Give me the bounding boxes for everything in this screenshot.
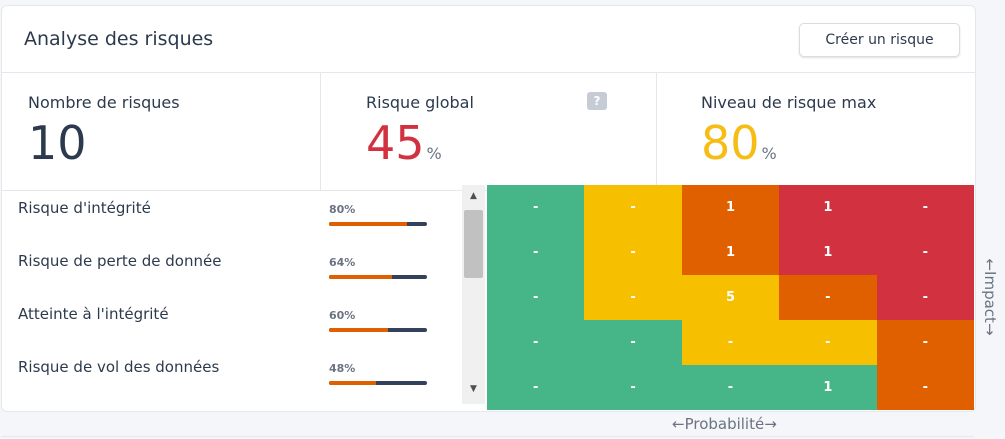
stat-number: 45 xyxy=(366,116,425,170)
risk-matrix: --11---11---5----------1- xyxy=(487,185,974,410)
risk-name: Risque de vol des données xyxy=(18,358,220,376)
risk-progress-fill xyxy=(329,275,392,279)
matrix-cell[interactable]: - xyxy=(876,230,974,275)
matrix-cell[interactable]: - xyxy=(487,185,585,230)
probability-axis-label: ←Probabilité→ xyxy=(672,415,777,433)
matrix-cell[interactable]: 1 xyxy=(681,185,780,230)
stat-unit: % xyxy=(426,144,442,163)
page-title: Analyse des risques xyxy=(24,28,214,50)
matrix-cell[interactable]: - xyxy=(584,365,682,410)
matrix-cell[interactable]: - xyxy=(584,320,682,365)
matrix-cell[interactable]: - xyxy=(876,185,974,230)
matrix-cell[interactable]: - xyxy=(487,230,585,275)
help-icon[interactable]: ? xyxy=(587,92,607,110)
matrix-cell[interactable]: 1 xyxy=(779,185,877,230)
matrix-cell[interactable]: - xyxy=(584,275,682,320)
stat-global-risk: Risque global ? 45% xyxy=(321,73,657,190)
matrix-cell[interactable]: - xyxy=(876,365,974,410)
stat-label: Nombre de risques xyxy=(28,93,180,112)
divider xyxy=(1,436,974,437)
risk-percent: 80% xyxy=(329,203,356,216)
create-risk-button[interactable]: Créer un risque xyxy=(799,23,960,57)
matrix-cell[interactable]: - xyxy=(487,275,585,320)
matrix-cell[interactable]: - xyxy=(876,275,974,320)
risk-progress-fill xyxy=(329,381,377,385)
impact-axis-label: ←Impact→ xyxy=(981,258,999,336)
risk-row[interactable]: Risque de vol des données 48% xyxy=(0,344,460,397)
stat-max-risk: Niveau de risque max 80% xyxy=(657,73,975,190)
risk-name: Atteinte à l'intégrité xyxy=(18,305,169,323)
stat-number: 10 xyxy=(28,116,87,170)
matrix-cell[interactable]: - xyxy=(681,365,780,410)
risk-progress-fill xyxy=(329,222,408,226)
risk-list-scrollbar[interactable]: ▲ ▼ xyxy=(462,185,485,404)
risk-row[interactable]: Atteinte à l'intégrité 60% xyxy=(0,291,460,344)
matrix-cell[interactable]: - xyxy=(584,185,682,230)
risk-progress-bar xyxy=(329,328,427,332)
card-header: Analyse des risques Créer un risque xyxy=(2,6,975,73)
scroll-thumb[interactable] xyxy=(464,210,483,278)
matrix-cell[interactable]: - xyxy=(779,320,877,365)
matrix-cell[interactable]: - xyxy=(584,230,682,275)
risk-percent: 64% xyxy=(329,256,356,269)
stat-label: Niveau de risque max xyxy=(701,93,877,112)
matrix-cell[interactable]: 1 xyxy=(779,365,877,410)
risk-row[interactable]: Risque de perte de donnée 64% xyxy=(0,238,460,291)
risk-name: Risque d'intégrité xyxy=(18,199,151,217)
scroll-up-arrow-icon[interactable]: ▲ xyxy=(462,185,485,207)
risk-percent: 48% xyxy=(329,362,356,375)
risk-list[interactable]: Risque d'intégrité 80% Risque de perte d… xyxy=(0,185,460,404)
matrix-cell[interactable]: - xyxy=(487,320,585,365)
stat-risk-count: Nombre de risques 10 xyxy=(2,73,321,190)
matrix-cell[interactable]: - xyxy=(779,275,877,320)
risk-progress-bar xyxy=(329,275,427,279)
risk-row[interactable]: Risque d'intégrité 80% xyxy=(0,185,460,238)
scroll-down-arrow-icon[interactable]: ▼ xyxy=(462,378,485,400)
matrix-cell[interactable]: 1 xyxy=(779,230,877,275)
risk-progress-bar xyxy=(329,381,427,385)
stats-row: Nombre de risques 10 Risque global ? 45%… xyxy=(2,73,975,191)
stat-unit: % xyxy=(761,144,777,163)
stat-value: 80% xyxy=(701,113,777,184)
stat-label: Risque global xyxy=(366,93,474,112)
matrix-cell[interactable]: - xyxy=(876,320,974,365)
stat-value: 45% xyxy=(366,113,442,184)
risk-progress-fill xyxy=(329,328,388,332)
stat-value: 10 xyxy=(28,113,89,184)
matrix-cell[interactable]: - xyxy=(487,365,585,410)
matrix-cell[interactable]: - xyxy=(681,320,780,365)
matrix-cell[interactable]: 5 xyxy=(681,275,780,320)
stat-number: 80 xyxy=(701,116,760,170)
risk-name: Risque de perte de donnée xyxy=(18,252,222,270)
risk-percent: 60% xyxy=(329,309,356,322)
matrix-cell[interactable]: 1 xyxy=(681,230,780,275)
risk-progress-bar xyxy=(329,222,427,226)
